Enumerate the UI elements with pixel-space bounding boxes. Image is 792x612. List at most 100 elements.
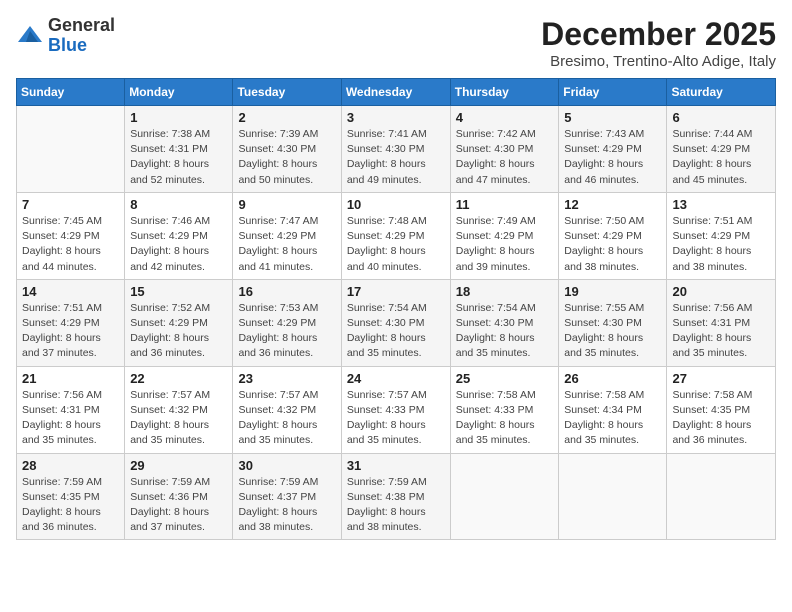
calendar-cell: 21Sunrise: 7:56 AM Sunset: 4:31 PM Dayli… (17, 366, 125, 453)
day-of-week-header: Friday (559, 79, 667, 106)
day-number: 24 (347, 371, 445, 386)
day-info: Sunrise: 7:54 AM Sunset: 4:30 PM Dayligh… (456, 301, 554, 362)
calendar-cell: 9 Sunrise: 7:47 AM Sunset: 4:29 PM Daylig… (233, 192, 341, 279)
day-number: 18 (456, 284, 554, 299)
day-number: 19 (564, 284, 661, 299)
day-number: 7 (22, 197, 119, 212)
logo: General Blue (16, 16, 115, 56)
calendar-cell: 10Sunrise: 7:48 AM Sunset: 4:29 PM Dayli… (341, 192, 450, 279)
day-info: Sunrise: 7:57 AM Sunset: 4:33 PM Dayligh… (347, 388, 445, 449)
day-info: Sunrise: 7:53 AM Sunset: 4:29 PM Dayligh… (238, 301, 335, 362)
calendar-cell: 22 Sunrise: 7:57 AM Sunset: 4:32 PM Dayli… (125, 366, 233, 453)
day-number: 2 (238, 110, 335, 125)
calendar-cell: 27 Sunrise: 7:58 AM Sunset: 4:35 PM Dayli… (667, 366, 776, 453)
calendar-week-row: 21Sunrise: 7:56 AM Sunset: 4:31 PM Dayli… (17, 366, 776, 453)
month-title: December 2025 (541, 16, 776, 53)
calendar-cell: 5 Sunrise: 7:43 AM Sunset: 4:29 PM Daylig… (559, 106, 667, 193)
calendar-cell: 17 Sunrise: 7:54 AM Sunset: 4:30 PM Dayli… (341, 279, 450, 366)
day-number: 26 (564, 371, 661, 386)
day-number: 25 (456, 371, 554, 386)
day-info: Sunrise: 7:51 AM Sunset: 4:29 PM Dayligh… (672, 214, 770, 275)
calendar-cell: 24 Sunrise: 7:57 AM Sunset: 4:33 PM Dayli… (341, 366, 450, 453)
day-info: Sunrise: 7:55 AM Sunset: 4:30 PM Dayligh… (564, 301, 661, 362)
day-number: 9 (238, 197, 335, 212)
location-subtitle: Bresimo, Trentino-Alto Adige, Italy (541, 53, 776, 70)
calendar-week-row: 28Sunrise: 7:59 AM Sunset: 4:35 PM Dayli… (17, 453, 776, 540)
calendar-cell: 1Sunrise: 7:38 AM Sunset: 4:31 PM Daylig… (125, 106, 233, 193)
calendar-cell: 18 Sunrise: 7:54 AM Sunset: 4:30 PM Dayli… (450, 279, 559, 366)
day-info: Sunrise: 7:58 AM Sunset: 4:35 PM Dayligh… (672, 388, 770, 449)
day-info: Sunrise: 7:49 AM Sunset: 4:29 PM Dayligh… (456, 214, 554, 275)
day-number: 21 (22, 371, 119, 386)
calendar-cell (450, 453, 559, 540)
day-info: Sunrise: 7:51 AM Sunset: 4:29 PM Dayligh… (22, 301, 119, 362)
calendar-cell: 16 Sunrise: 7:53 AM Sunset: 4:29 PM Dayli… (233, 279, 341, 366)
day-of-week-header: Thursday (450, 79, 559, 106)
calendar-cell: 13Sunrise: 7:51 AM Sunset: 4:29 PM Dayli… (667, 192, 776, 279)
day-info: Sunrise: 7:48 AM Sunset: 4:29 PM Dayligh… (347, 214, 445, 275)
day-info: Sunrise: 7:50 AM Sunset: 4:29 PM Dayligh… (564, 214, 661, 275)
calendar-cell: 3Sunrise: 7:41 AM Sunset: 4:30 PM Daylig… (341, 106, 450, 193)
day-info: Sunrise: 7:44 AM Sunset: 4:29 PM Dayligh… (672, 127, 770, 188)
calendar-cell: 26 Sunrise: 7:58 AM Sunset: 4:34 PM Dayli… (559, 366, 667, 453)
day-number: 27 (672, 371, 770, 386)
calendar-cell: 12 Sunrise: 7:50 AM Sunset: 4:29 PM Dayli… (559, 192, 667, 279)
day-number: 29 (130, 458, 227, 473)
calendar-cell: 11 Sunrise: 7:49 AM Sunset: 4:29 PM Dayli… (450, 192, 559, 279)
day-info: Sunrise: 7:45 AM Sunset: 4:29 PM Dayligh… (22, 214, 119, 275)
logo-icon (16, 22, 44, 50)
day-info: Sunrise: 7:43 AM Sunset: 4:29 PM Dayligh… (564, 127, 661, 188)
day-info: Sunrise: 7:54 AM Sunset: 4:30 PM Dayligh… (347, 301, 445, 362)
calendar-cell (559, 453, 667, 540)
day-of-week-header: Wednesday (341, 79, 450, 106)
calendar-cell: 15Sunrise: 7:52 AM Sunset: 4:29 PM Dayli… (125, 279, 233, 366)
logo-general-text: General (48, 16, 115, 36)
day-info: Sunrise: 7:56 AM Sunset: 4:31 PM Dayligh… (672, 301, 770, 362)
calendar-cell: 8Sunrise: 7:46 AM Sunset: 4:29 PM Daylig… (125, 192, 233, 279)
calendar-table: SundayMondayTuesdayWednesdayThursdayFrid… (16, 78, 776, 540)
day-number: 17 (347, 284, 445, 299)
calendar-cell: 28Sunrise: 7:59 AM Sunset: 4:35 PM Dayli… (17, 453, 125, 540)
day-of-week-header: Saturday (667, 79, 776, 106)
day-number: 11 (456, 197, 554, 212)
day-number: 3 (347, 110, 445, 125)
day-info: Sunrise: 7:59 AM Sunset: 4:36 PM Dayligh… (130, 475, 227, 536)
calendar-week-row: 14 Sunrise: 7:51 AM Sunset: 4:29 PM Dayli… (17, 279, 776, 366)
day-number: 5 (564, 110, 661, 125)
calendar-cell: 19 Sunrise: 7:55 AM Sunset: 4:30 PM Dayli… (559, 279, 667, 366)
calendar-cell: 7 Sunrise: 7:45 AM Sunset: 4:29 PM Daylig… (17, 192, 125, 279)
day-number: 4 (456, 110, 554, 125)
logo-text: General Blue (48, 16, 115, 56)
calendar-cell: 25 Sunrise: 7:58 AM Sunset: 4:33 PM Dayli… (450, 366, 559, 453)
day-info: Sunrise: 7:59 AM Sunset: 4:37 PM Dayligh… (238, 475, 335, 536)
calendar-header-row: SundayMondayTuesdayWednesdayThursdayFrid… (17, 79, 776, 106)
day-info: Sunrise: 7:38 AM Sunset: 4:31 PM Dayligh… (130, 127, 227, 188)
title-block: December 2025 Bresimo, Trentino-Alto Adi… (541, 16, 776, 70)
calendar-cell (667, 453, 776, 540)
calendar-cell: 6Sunrise: 7:44 AM Sunset: 4:29 PM Daylig… (667, 106, 776, 193)
day-info: Sunrise: 7:46 AM Sunset: 4:29 PM Dayligh… (130, 214, 227, 275)
day-number: 22 (130, 371, 227, 386)
day-info: Sunrise: 7:57 AM Sunset: 4:32 PM Dayligh… (130, 388, 227, 449)
logo-blue-text: Blue (48, 36, 115, 56)
day-info: Sunrise: 7:58 AM Sunset: 4:33 PM Dayligh… (456, 388, 554, 449)
calendar-cell: 20 Sunrise: 7:56 AM Sunset: 4:31 PM Dayli… (667, 279, 776, 366)
calendar-cell: 23 Sunrise: 7:57 AM Sunset: 4:32 PM Dayli… (233, 366, 341, 453)
day-number: 15 (130, 284, 227, 299)
calendar-week-row: 1Sunrise: 7:38 AM Sunset: 4:31 PM Daylig… (17, 106, 776, 193)
page-header: General Blue December 2025 Bresimo, Tren… (16, 16, 776, 70)
calendar-cell: 2 Sunrise: 7:39 AM Sunset: 4:30 PM Daylig… (233, 106, 341, 193)
day-info: Sunrise: 7:47 AM Sunset: 4:29 PM Dayligh… (238, 214, 335, 275)
day-info: Sunrise: 7:39 AM Sunset: 4:30 PM Dayligh… (238, 127, 335, 188)
day-of-week-header: Monday (125, 79, 233, 106)
day-info: Sunrise: 7:59 AM Sunset: 4:38 PM Dayligh… (347, 475, 445, 536)
day-of-week-header: Sunday (17, 79, 125, 106)
day-number: 23 (238, 371, 335, 386)
day-number: 12 (564, 197, 661, 212)
day-number: 16 (238, 284, 335, 299)
day-number: 14 (22, 284, 119, 299)
day-info: Sunrise: 7:58 AM Sunset: 4:34 PM Dayligh… (564, 388, 661, 449)
day-number: 28 (22, 458, 119, 473)
day-number: 20 (672, 284, 770, 299)
day-info: Sunrise: 7:57 AM Sunset: 4:32 PM Dayligh… (238, 388, 335, 449)
